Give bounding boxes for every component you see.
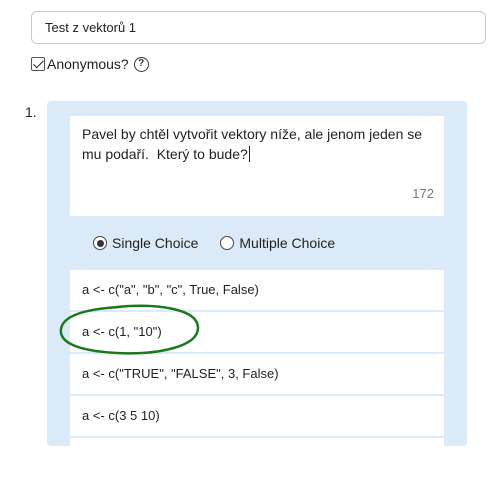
anonymous-option: Anonymous? ? <box>31 55 149 73</box>
answer-option[interactable]: a <- c("TRUE", "FALSE", 3, False) <box>70 354 444 394</box>
anonymous-label: Anonymous? <box>47 56 129 72</box>
question-prompt-field[interactable]: Pavel by chtěl vytvořit vektory níže, al… <box>70 116 444 216</box>
question-number: 1. <box>25 104 37 120</box>
single-choice-label[interactable]: Single Choice <box>112 235 198 251</box>
answer-option[interactable]: a <- c(1, "10") <box>70 312 444 352</box>
anonymous-checkbox[interactable] <box>31 57 45 71</box>
answer-option[interactable] <box>70 438 444 478</box>
answer-option[interactable]: a <- c("a", "b", "c", True, False) <box>70 270 444 310</box>
answer-option[interactable]: a <- c(3 5 10) <box>70 396 444 436</box>
single-choice-radio[interactable] <box>93 236 107 250</box>
help-icon[interactable]: ? <box>133 56 149 72</box>
quiz-title-input[interactable]: Test z vektorů 1 <box>31 11 486 44</box>
question-type-selector: Single Choice Multiple Choice <box>93 235 357 251</box>
multiple-choice-radio[interactable] <box>220 236 235 250</box>
character-count: 172 <box>412 186 434 201</box>
question-prompt-text: Pavel by chtěl vytvořit vektory níže, al… <box>82 126 426 162</box>
multiple-choice-label[interactable]: Multiple Choice <box>239 235 335 251</box>
text-cursor <box>248 146 250 162</box>
